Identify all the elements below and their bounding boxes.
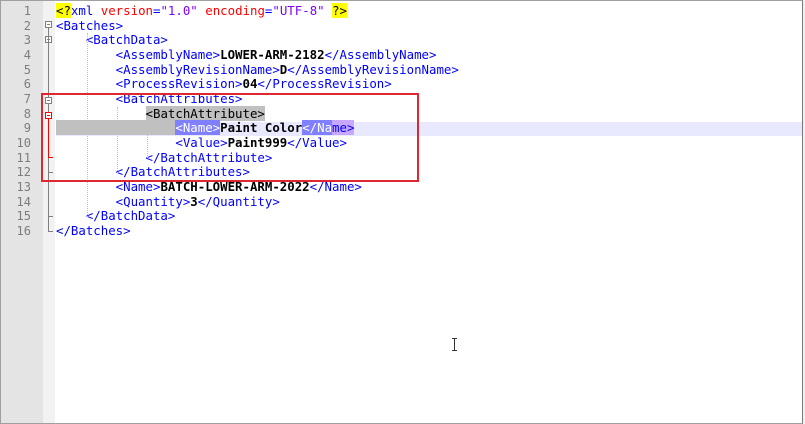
line-number: 13 bbox=[16, 180, 31, 195]
line-number: 7 bbox=[23, 92, 31, 107]
fold-toggle-icon[interactable] bbox=[45, 21, 52, 28]
line-number: 1 bbox=[23, 4, 31, 18]
code-token: 04 bbox=[242, 76, 258, 92]
line-number: 14 bbox=[16, 194, 31, 209]
code-token: "UTF-8" bbox=[272, 3, 325, 18]
text-cursor-icon bbox=[452, 338, 458, 351]
line-number: 15 bbox=[16, 209, 31, 224]
line-number: 2 bbox=[23, 18, 31, 33]
code-token: <Batches> bbox=[56, 17, 124, 33]
code-token: <AssemblyName> bbox=[56, 47, 221, 62]
code-line[interactable]: <AssemblyRevisionName>D</AssemblyRevisio… bbox=[56, 61, 459, 78]
code-token: </BatchData> bbox=[56, 208, 176, 224]
code-token: ?> bbox=[332, 3, 347, 18]
code-token: <AssemblyRevisionName> bbox=[56, 61, 280, 77]
fold-end-marker bbox=[48, 216, 53, 217]
code-token: xml bbox=[70, 3, 101, 18]
code-line[interactable]: <BatchData> bbox=[56, 32, 168, 48]
line-number: 3 bbox=[23, 33, 31, 48]
line-number: 11 bbox=[16, 150, 31, 165]
code-token: <BatchData> bbox=[56, 32, 168, 48]
highlight-annotation-box bbox=[41, 93, 419, 182]
xml-editor[interactable]: <?xml version="1.0" encoding="UTF-8" ?> <… bbox=[0, 0, 803, 424]
line-number: 5 bbox=[23, 62, 31, 77]
line-number: 6 bbox=[23, 77, 31, 92]
code-token: <ProcessRevision> bbox=[56, 76, 243, 92]
code-token: version bbox=[100, 3, 153, 18]
code-token: </Quantity> bbox=[197, 193, 280, 209]
code-line[interactable]: <Quantity>3</Quantity> bbox=[56, 193, 280, 210]
fold-margin bbox=[43, 1, 55, 423]
code-token: </Batches> bbox=[56, 223, 131, 239]
line-number: 8 bbox=[23, 106, 31, 121]
code-token: LOWER-ARM-2182 bbox=[220, 47, 325, 62]
line-number: 12 bbox=[16, 165, 31, 180]
code-token: 3 bbox=[190, 193, 198, 209]
code-token: </AssemblyName> bbox=[324, 47, 437, 62]
code-line[interactable]: <Batches> bbox=[56, 17, 124, 34]
line-number: 10 bbox=[16, 136, 31, 151]
code-line[interactable]: <AssemblyName>LOWER-ARM-2182</AssemblyNa… bbox=[56, 47, 437, 63]
code-token: encoding bbox=[205, 3, 265, 18]
line-number: 16 bbox=[16, 224, 31, 239]
code-token: </AssemblyRevisionName> bbox=[287, 61, 459, 77]
code-token: <Quantity> bbox=[56, 193, 191, 209]
code-token: "1.0" bbox=[160, 3, 198, 18]
code-line[interactable]: <ProcessRevision>04</ProcessRevision> bbox=[56, 77, 392, 92]
line-number: 9 bbox=[23, 121, 31, 136]
code-token: </ProcessRevision> bbox=[257, 76, 392, 92]
fold-line bbox=[48, 218, 49, 231]
code-line[interactable]: </Batches> bbox=[56, 223, 131, 239]
code-token: <? bbox=[56, 3, 71, 18]
line-number: 4 bbox=[23, 48, 31, 62]
code-line[interactable]: <Name>BATCH-LOWER-ARM-2022</Name> bbox=[56, 179, 362, 195]
code-line[interactable]: </BatchData> bbox=[56, 208, 176, 224]
fold-end-marker bbox=[48, 231, 53, 232]
code-line[interactable]: <?xml version="1.0" encoding="UTF-8" ?> bbox=[56, 3, 347, 19]
